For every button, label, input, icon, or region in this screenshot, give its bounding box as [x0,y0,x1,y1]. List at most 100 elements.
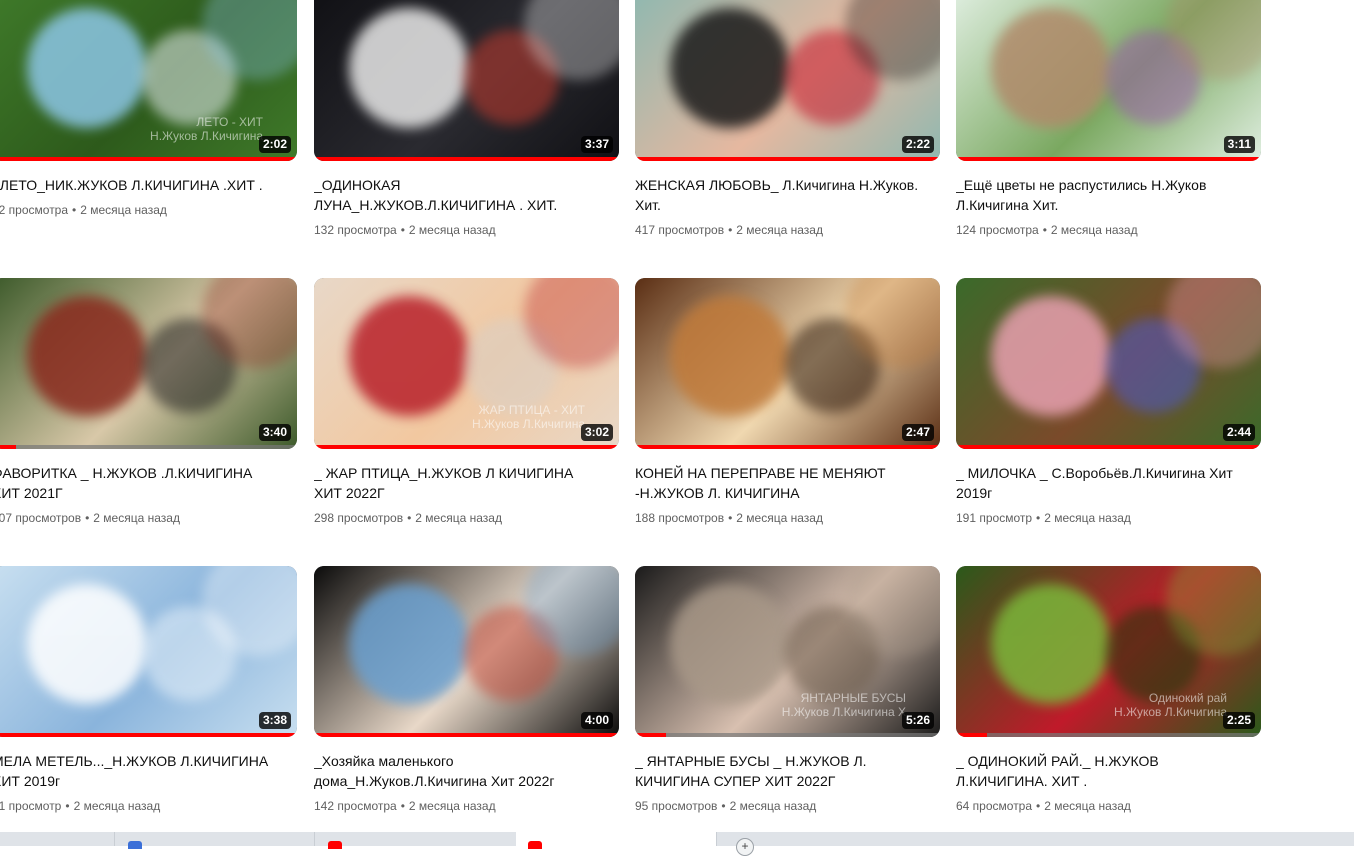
thumbnail-image [314,0,619,161]
duration-badge: 4:00 [580,712,613,729]
video-card[interactable]: Одинокий рай Н.Жуков Л.Кичигина 2:25 _ ОДИ… [956,566,1261,815]
video-thumbnail[interactable]: 2:44 [956,278,1261,449]
video-thumbnail[interactable]: ЛЕТО - ХИТ Н.Жуков Л.Кичигина 2:02 [0,0,297,161]
video-title[interactable]: _ ЖАР ПТИЦА_Н.ЖУКОВ Л КИЧИГИНА ХИТ 2022Г [314,463,604,503]
separator-dot: • [85,511,90,525]
video-card[interactable]: ЖАР ПТИЦА - ХИТ Н.Жуков Л.Кичигина 3:02 _ … [314,278,619,527]
video-title[interactable]: _ МИЛОЧКА _ С.Воробьёв.Л.Кичигина Хит 20… [956,463,1246,503]
video-thumbnail[interactable]: 3:40 [0,278,297,449]
view-count: 62 просмотра [0,203,69,217]
separator-dot: • [400,223,405,237]
duration-badge: 3:11 [1223,136,1255,153]
upload-age: 2 месяца назад [73,799,161,813]
browser-tab[interactable] [114,832,315,846]
view-count: 107 просмотров [0,511,82,525]
browser-tab[interactable] [0,832,115,846]
watch-progress-bar [0,157,297,161]
view-count: 417 просмотров [635,223,725,237]
video-metadata: 91 просмотр•2 месяца назад [0,797,297,815]
video-thumbnail[interactable]: 2:22 [635,0,940,161]
separator-dot: • [72,203,77,217]
video-title[interactable]: ЖЕНСКАЯ ЛЮБОВЬ_ Л.Кичигина Н.Жуков. Хит. [635,175,925,215]
separator-dot: • [1036,511,1041,525]
video-thumbnail[interactable]: ЯНТАРНЫЕ БУСЫ Н.Жуков Л.Кичигина Х 5:26 [635,566,940,737]
thumbnail-image [0,566,297,737]
video-title[interactable]: КОНЕЙ НА ПЕРЕПРАВЕ НЕ МЕНЯЮТ -Н.ЖУКОВ Л.… [635,463,925,503]
watch-progress-fill [635,445,940,449]
video-card[interactable]: 3:37 _ОДИНОКАЯ ЛУНА_Н.ЖУКОВ.Л.КИЧИГИНА . … [314,0,619,239]
video-card[interactable]: 2:47 КОНЕЙ НА ПЕРЕПРАВЕ НЕ МЕНЯЮТ -Н.ЖУКО… [635,278,940,527]
watch-progress-bar [314,157,619,161]
video-metadata: 188 просмотров • 2 месяца назад [635,509,940,527]
video-title[interactable]: ФАВОРИТКА _ Н.ЖУКОВ .Л.КИЧИГИНА ХИТ 2021… [0,463,282,503]
watch-progress-bar [314,445,619,449]
browser-tab-active[interactable] [516,832,717,846]
new-tab-icon[interactable]: + [736,838,754,856]
upload-age: 2 месяца назад [736,223,823,237]
separator-dot: • [400,799,405,813]
view-count: 91 просмотр [0,799,62,813]
youtube-favicon-icon [528,841,542,849]
upload-age: 2 месяца назад [408,799,496,813]
video-metadata: 62 просмотра•2 месяца назад [0,201,297,219]
view-count: 132 просмотра [314,223,397,237]
watch-progress-fill [956,157,1261,161]
separator-dot: • [1042,223,1047,237]
video-card[interactable]: ЛЕТО - ХИТ Н.Жуков Л.Кичигина 2:02 _ЛЕТО_Н… [0,0,297,219]
thumbnail-overlay-text: ЖАР ПТИЦА - ХИТ Н.Жуков Л.Кичигина [472,403,585,431]
separator-dot: • [721,799,726,813]
video-card[interactable]: ЯНТАРНЫЕ БУСЫ Н.Жуков Л.Кичигина Х 5:26 _ … [635,566,940,815]
duration-badge: 2:02 [258,136,291,153]
thumbnail-image [0,278,297,449]
view-count: 298 просмотров [314,511,404,525]
video-thumbnail[interactable]: 3:37 [314,0,619,161]
upload-age: 2 месяца назад [729,799,817,813]
video-title[interactable]: _ ЯНТАРНЫЕ БУСЫ _ Н.ЖУКОВ Л. КИЧИГИНА СУ… [635,751,925,791]
video-title[interactable]: _ ОДИНОКИЙ РАЙ._ Н.ЖУКОВ Л.КИЧИГИНА. ХИТ… [956,751,1246,791]
separator-dot: • [728,223,733,237]
video-thumbnail[interactable]: 2:47 [635,278,940,449]
duration-badge: 3:40 [258,424,291,441]
video-card[interactable]: 3:38 МЕЛА МЕТЕЛЬ..._Н.ЖУКОВ Л.КИЧИГИНА ХИ… [0,566,297,815]
duration-badge: 3:02 [580,424,613,441]
video-thumbnail[interactable]: 3:38 [0,566,297,737]
watch-progress-bar [635,733,940,737]
video-grid: ЛЕТО - ХИТ Н.Жуков Л.Кичигина 2:02 _ЛЕТО_Н… [0,0,1354,846]
video-thumbnail[interactable]: ЖАР ПТИЦА - ХИТ Н.Жуков Л.Кичигина 3:02 [314,278,619,449]
video-card[interactable]: 2:22 ЖЕНСКАЯ ЛЮБОВЬ_ Л.Кичигина Н.Жуков. … [635,0,940,239]
video-thumbnail[interactable]: 4:00 [314,566,619,737]
browser-tab[interactable] [314,832,517,846]
duration-badge: 3:38 [258,712,291,729]
watch-progress-bar [956,733,1261,737]
upload-age: 2 месяца назад [93,511,180,525]
upload-age: 2 месяца назад [1044,799,1131,813]
watch-progress-fill [635,157,940,161]
video-title[interactable]: _Хозяйка маленького дома_Н.Жуков.Л.Кичиг… [314,751,604,791]
video-title[interactable]: _Ещё цветы не распустились Н.Жуков Л.Кич… [956,175,1246,215]
thumbnail-overlay-text: Одинокий рай Н.Жуков Л.Кичигина [1114,691,1227,719]
separator-dot: • [65,799,70,813]
watch-progress-fill [0,733,297,737]
video-card[interactable]: 3:11 _Ещё цветы не распустились Н.Жуков Л… [956,0,1261,239]
upload-age: 2 месяца назад [415,511,502,525]
thumbnail-image [635,0,940,161]
video-thumbnail[interactable]: 3:11 [956,0,1261,161]
separator-dot: • [407,511,412,525]
video-title[interactable]: _ОДИНОКАЯ ЛУНА_Н.ЖУКОВ.Л.КИЧИГИНА . ХИТ. [314,175,604,215]
thumbnail-overlay-text: ЛЕТО - ХИТ Н.Жуков Л.Кичигина [150,115,263,143]
watch-progress-fill [0,445,17,449]
watch-progress-bar [0,733,297,737]
video-metadata: 124 просмотра • 2 месяца назад [956,221,1261,239]
video-card[interactable]: 3:40 ФАВОРИТКА _ Н.ЖУКОВ .Л.КИЧИГИНА ХИТ … [0,278,297,527]
upload-age: 2 месяца назад [408,223,496,237]
duration-badge: 5:26 [901,712,934,729]
video-title[interactable]: _ЛЕТО_НИК.ЖУКОВ Л.КИЧИГИНА .ХИТ . [0,175,282,195]
video-card[interactable]: 2:44 _ МИЛОЧКА _ С.Воробьёв.Л.Кичигина Хи… [956,278,1261,527]
video-card[interactable]: 4:00 _Хозяйка маленького дома_Н.Жуков.Л.К… [314,566,619,815]
video-title[interactable]: МЕЛА МЕТЕЛЬ..._Н.ЖУКОВ Л.КИЧИГИНА ХИТ 20… [0,751,282,791]
video-metadata: 298 просмотров • 2 месяца назад [314,509,619,527]
watch-progress-fill [314,157,619,161]
watch-progress-fill [956,733,987,737]
duration-badge: 3:37 [580,136,613,153]
video-thumbnail[interactable]: Одинокий рай Н.Жуков Л.Кичигина 2:25 [956,566,1261,737]
